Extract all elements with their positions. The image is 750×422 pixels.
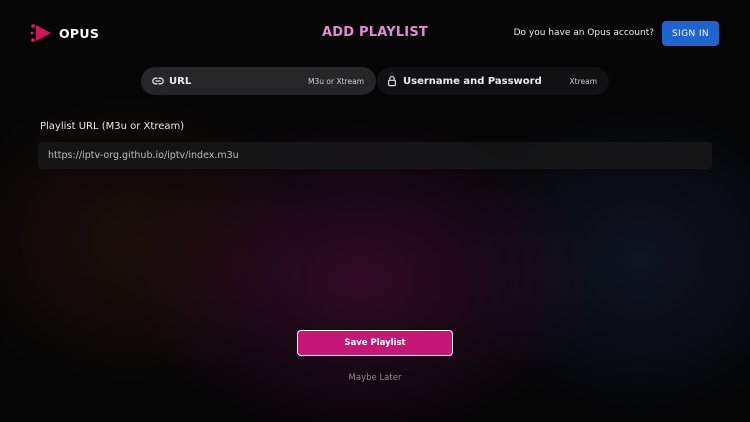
top-bar: OPUS ADD PLAYLIST Do you have an Opus ac… — [0, 0, 750, 66]
link-icon — [152, 77, 164, 85]
save-playlist-button[interactable]: Save Playlist — [297, 330, 453, 356]
playlist-url-input[interactable] — [38, 142, 712, 169]
tab-url[interactable]: URL M3u or Xtream — [141, 67, 376, 95]
tab-username-password-label: Username and Password — [403, 75, 542, 87]
playlist-url-label: Playlist URL (M3u or Xtream) — [40, 121, 185, 132]
lock-icon — [387, 76, 397, 87]
sign-in-button[interactable]: SIGN IN — [662, 21, 719, 46]
tab-url-label: URL — [169, 75, 192, 87]
tab-url-hint: M3u or Xtream — [308, 76, 364, 86]
tab-username-password-hint: Xtream — [569, 76, 597, 86]
maybe-later-link[interactable]: Maybe Later — [0, 373, 750, 383]
account-prompt: Do you have an Opus account? — [513, 28, 654, 38]
tab-username-password[interactable]: Username and Password Xtream — [377, 67, 609, 95]
